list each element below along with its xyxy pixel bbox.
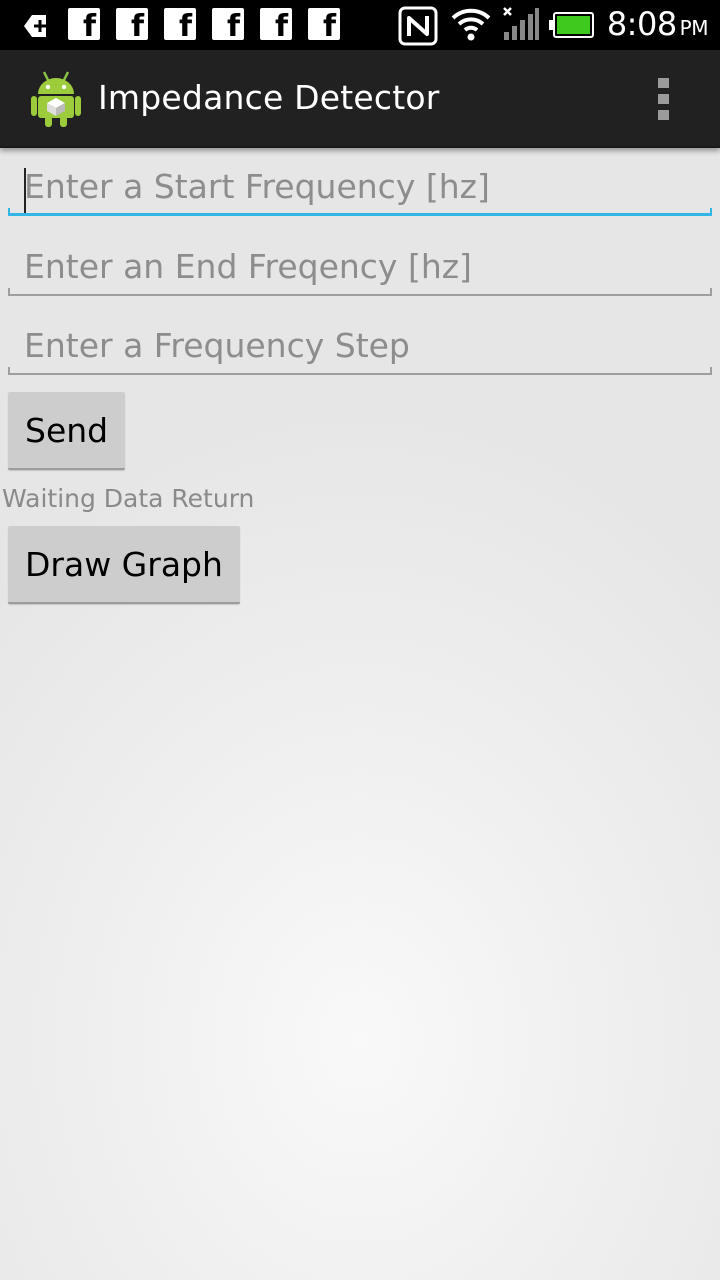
status-bar: f f f f f f 8:08 PM <box>0 0 720 50</box>
draw-graph-button[interactable]: Draw Graph <box>8 526 240 604</box>
field-underline <box>8 288 712 296</box>
frequency-step-field[interactable] <box>8 315 712 375</box>
facebook-icon: f <box>164 8 196 40</box>
facebook-icon: f <box>116 8 148 40</box>
action-bar: Impedance Detector <box>0 50 720 148</box>
start-frequency-input[interactable] <box>8 156 712 216</box>
field-underline <box>8 367 712 375</box>
facebook-icon: f <box>260 8 292 40</box>
end-frequency-input[interactable] <box>8 236 712 296</box>
facebook-icon: f <box>68 8 100 40</box>
android-icon <box>31 71 81 127</box>
facebook-icon: f <box>308 8 340 40</box>
send-button[interactable]: Send <box>8 392 126 470</box>
app-title: Impedance Detector <box>98 78 440 117</box>
end-frequency-field[interactable] <box>8 236 712 296</box>
signal-icon <box>503 7 539 40</box>
battery-icon <box>549 12 594 38</box>
text-caret <box>24 168 26 216</box>
frequency-step-input[interactable] <box>8 315 712 375</box>
field-underline <box>8 208 712 216</box>
status-text: Waiting Data Return <box>2 484 255 513</box>
start-frequency-field[interactable] <box>8 156 712 216</box>
nfc-icon <box>398 6 438 46</box>
clock: 8:08 PM <box>606 5 709 43</box>
wifi-icon <box>451 8 491 41</box>
facebook-icon: f <box>212 8 244 40</box>
back-arrow-icon <box>24 15 46 37</box>
overflow-menu-icon[interactable] <box>654 76 674 122</box>
